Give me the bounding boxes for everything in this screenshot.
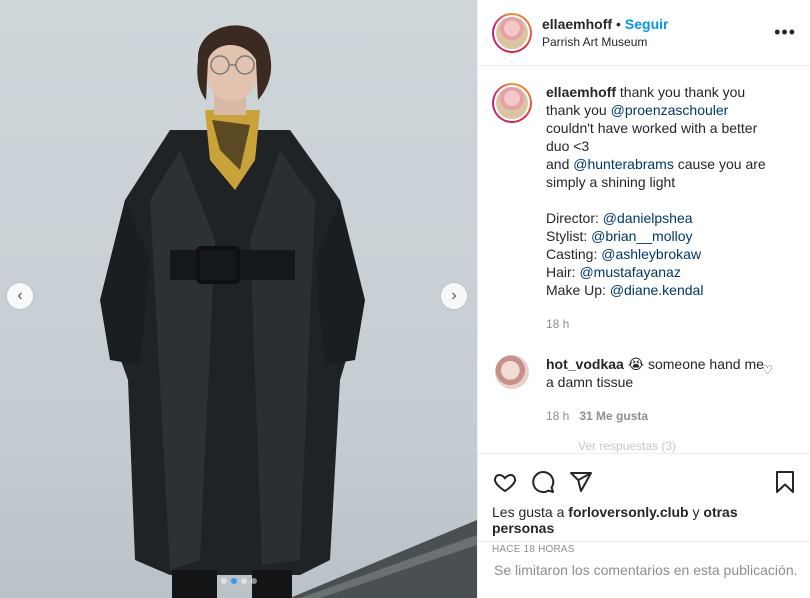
post-sidebar: ellaemhoff • Seguir Parrish Art Museum •••… — [477, 0, 810, 598]
author-username[interactable]: ellaemhoff — [542, 16, 612, 32]
comment-emoji: 😭 — [627, 356, 645, 372]
location-link[interactable]: Parrish Art Museum — [542, 33, 669, 51]
caption-time[interactable]: 18 h — [546, 315, 782, 333]
follow-button[interactable]: Seguir — [625, 16, 669, 32]
chevron-left-icon: ‹ — [17, 287, 23, 304]
previous-image-button[interactable]: ‹ — [7, 283, 33, 309]
mention-link[interactable]: @brian__molloy — [591, 228, 692, 244]
view-replies-link[interactable]: Ver respuestas (3) — [578, 439, 676, 453]
mention-link[interactable]: @diane.kendal — [610, 282, 704, 298]
avatar[interactable] — [492, 83, 532, 123]
mention-link[interactable]: @ashleybrokaw — [601, 246, 701, 262]
caption-text: couldn't have worked with a better duo <… — [546, 120, 758, 154]
mention-link[interactable]: @danielpshea — [603, 210, 693, 226]
carousel-dot-active — [230, 578, 237, 584]
avatar[interactable] — [492, 12, 532, 53]
mention-link[interactable]: @mustafayanaz — [579, 264, 680, 280]
mention-link[interactable]: @proenzaschouler — [611, 102, 729, 118]
comments-limited-notice: Se limitaron los comentarios en esta pub… — [478, 541, 810, 598]
comment-time[interactable]: 18 h — [546, 409, 569, 423]
credit-line: Make Up: @diane.kendal — [546, 282, 704, 298]
post-header: ellaemhoff • Seguir Parrish Art Museum ••• — [478, 0, 810, 66]
credit-line: Hair: @mustafayanaz — [546, 264, 681, 280]
credit-line: Stylist: @brian__molloy — [546, 228, 693, 244]
comment-icon[interactable] — [530, 470, 556, 494]
carousel-dot — [220, 578, 227, 584]
separator-dot: • — [616, 15, 621, 32]
like-comment-heart-icon[interactable]: ♡ — [762, 363, 773, 377]
chevron-right-icon: › — [451, 287, 457, 304]
share-icon[interactable] — [568, 470, 594, 494]
post-actions: Les gusta a forloversonly.club y otras p… — [478, 453, 810, 555]
comment-likes[interactable]: 31 Me gusta — [579, 409, 648, 423]
avatar[interactable] — [495, 355, 529, 389]
like-heart-icon[interactable] — [492, 470, 518, 494]
mention-link[interactable]: @hunterabrams — [573, 156, 674, 172]
post-image[interactable]: ‹ › — [0, 0, 477, 598]
next-image-button[interactable]: › — [441, 283, 467, 309]
comment-item: hot_vodkaa 😭 someone hand me a damn tiss… — [492, 355, 797, 425]
carousel-dot — [250, 578, 257, 584]
carousel-indicator — [0, 578, 477, 584]
carousel-dot — [240, 578, 247, 584]
caption-username[interactable]: ellaemhoff — [546, 84, 616, 100]
credit-line: Director: @danielpshea — [546, 210, 693, 226]
comment-username[interactable]: hot_vodkaa — [546, 356, 624, 372]
caption-text: and — [546, 156, 570, 172]
likes-summary: Les gusta a forloversonly.club y otras p… — [492, 504, 738, 536]
liked-by-user[interactable]: forloversonly.club — [568, 504, 688, 520]
more-options-icon[interactable]: ••• — [774, 22, 796, 43]
comments-list[interactable]: ellaemhoff thank you thank you thank you… — [478, 67, 810, 453]
bookmark-icon[interactable] — [773, 469, 797, 495]
credit-line: Casting: @ashleybrokaw — [546, 246, 702, 262]
caption: ellaemhoff thank you thank you thank you… — [492, 83, 797, 333]
photo-illustration — [100, 25, 477, 598]
